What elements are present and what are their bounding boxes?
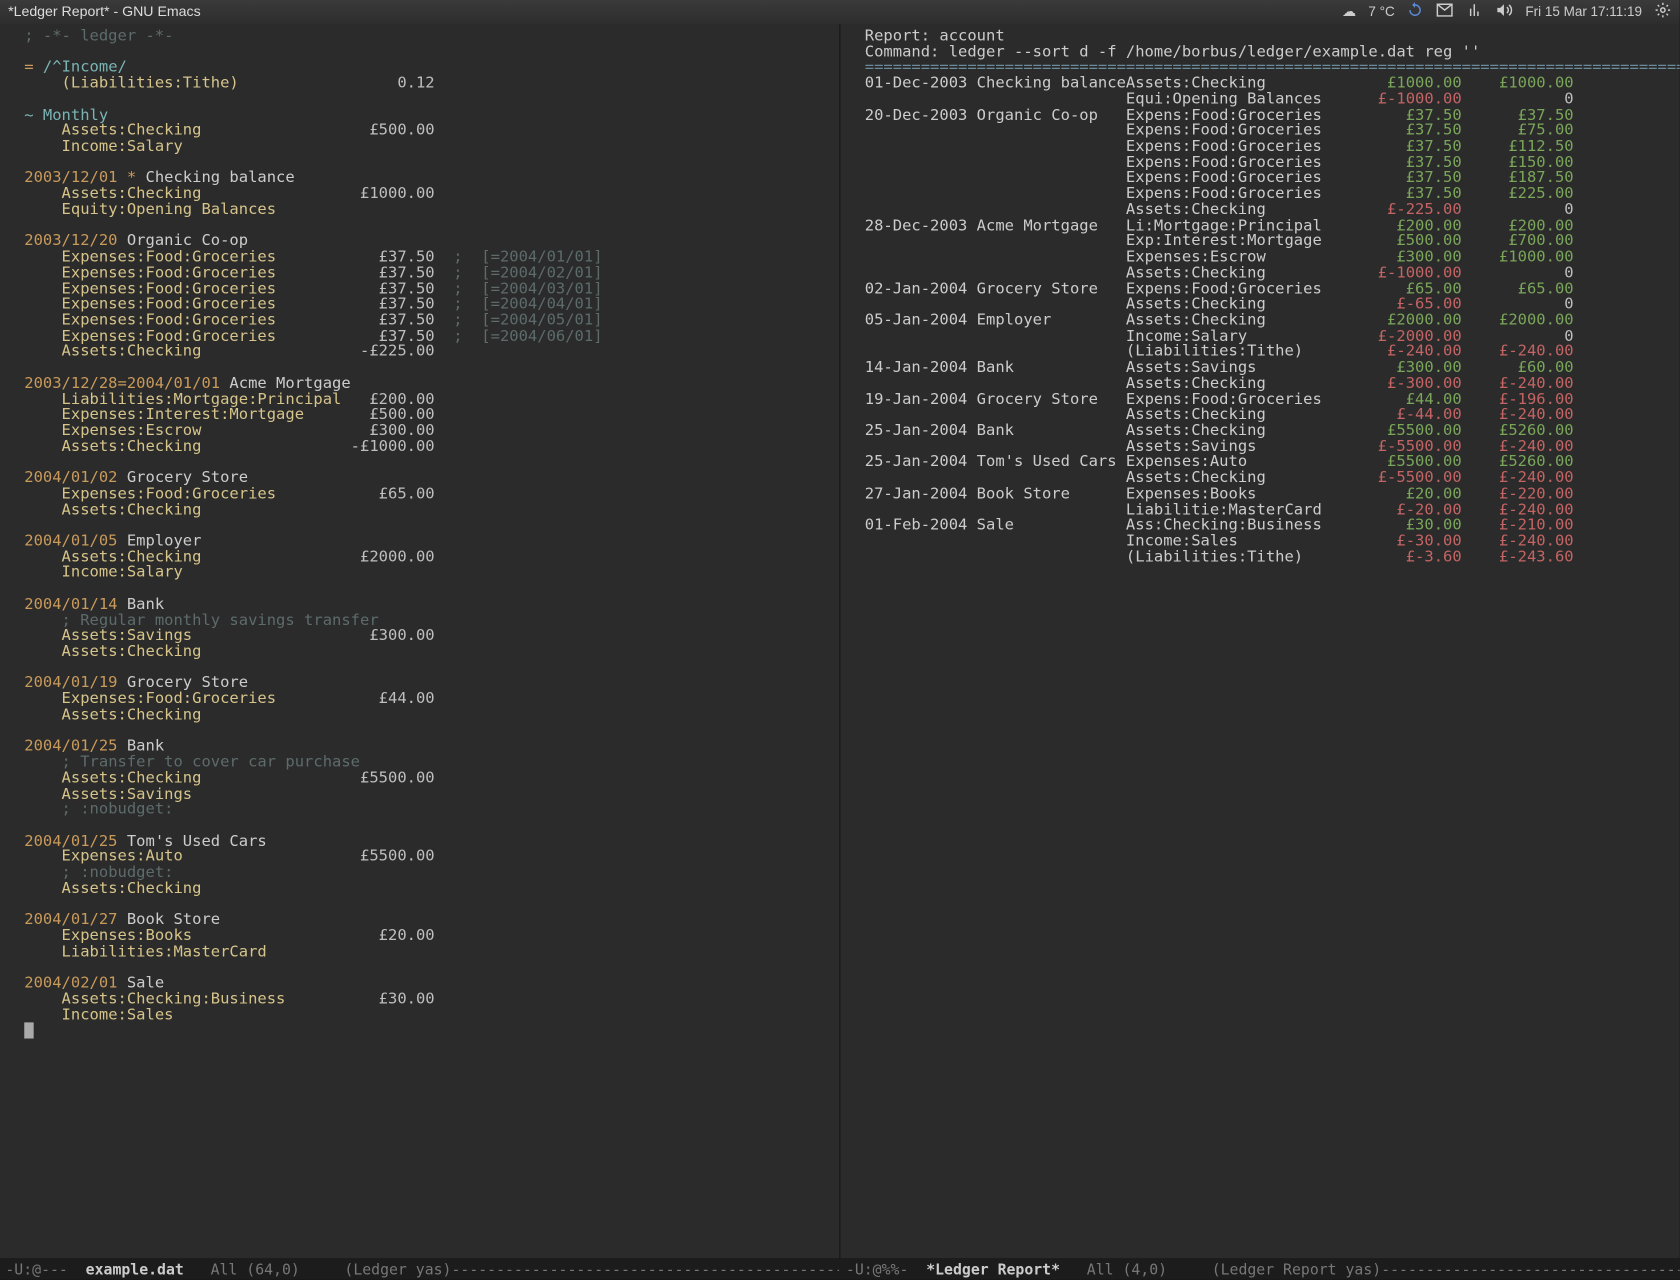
refresh-icon[interactable] bbox=[1407, 1, 1425, 23]
weather-temp: 7 °C bbox=[1368, 5, 1394, 20]
modeline-prefix: -U:@--- bbox=[5, 1260, 85, 1278]
network-icon[interactable] bbox=[1466, 1, 1484, 23]
volume-icon[interactable] bbox=[1496, 1, 1514, 23]
weather-icon: ☁ bbox=[1342, 4, 1356, 20]
clock: Fri 15 Mar 17:11:19 bbox=[1525, 5, 1642, 20]
ledger-report-buffer[interactable]: Report: account Command: ledger --sort d… bbox=[841, 24, 1680, 1258]
modeline-mode: (Ledger Report yas) bbox=[1212, 1260, 1382, 1278]
modeline-prefix: -U:@%%- bbox=[846, 1260, 926, 1278]
mail-icon[interactable] bbox=[1437, 1, 1455, 23]
window-titlebar: *Ledger Report* - GNU Emacs ☁ 7 °C Fri 1… bbox=[0, 0, 1680, 24]
modeline-mode: (Ledger yas) bbox=[344, 1260, 451, 1278]
modeline-position: All (64,0) bbox=[184, 1260, 345, 1278]
modeline-buffer-name: *Ledger Report* bbox=[926, 1260, 1060, 1278]
modeline-left: -U:@--- example.dat All (64,0) (Ledger y… bbox=[0, 1258, 839, 1280]
modeline-buffer-name: example.dat bbox=[86, 1260, 184, 1278]
window-title: *Ledger Report* - GNU Emacs bbox=[8, 4, 201, 20]
emacs-frame: ; -*- ledger -*- = /^Income/ (Liabilitie… bbox=[0, 24, 1680, 1279]
modeline-fill: ----------------------------------------… bbox=[1381, 1260, 1680, 1278]
right-pane: Report: account Command: ledger --sort d… bbox=[841, 24, 1680, 1279]
modeline-right: -U:@%%- *Ledger Report* All (4,0) (Ledge… bbox=[841, 1258, 1680, 1280]
modeline-fill: ----------------------------------------… bbox=[451, 1260, 839, 1278]
settings-icon[interactable] bbox=[1654, 1, 1672, 23]
system-tray: ☁ 7 °C Fri 15 Mar 17:11:19 bbox=[1342, 1, 1671, 23]
modeline-position: All (4,0) bbox=[1060, 1260, 1212, 1278]
ledger-source-buffer[interactable]: ; -*- ledger -*- = /^Income/ (Liabilitie… bbox=[0, 24, 839, 1258]
left-pane: ; -*- ledger -*- = /^Income/ (Liabilitie… bbox=[0, 24, 841, 1279]
